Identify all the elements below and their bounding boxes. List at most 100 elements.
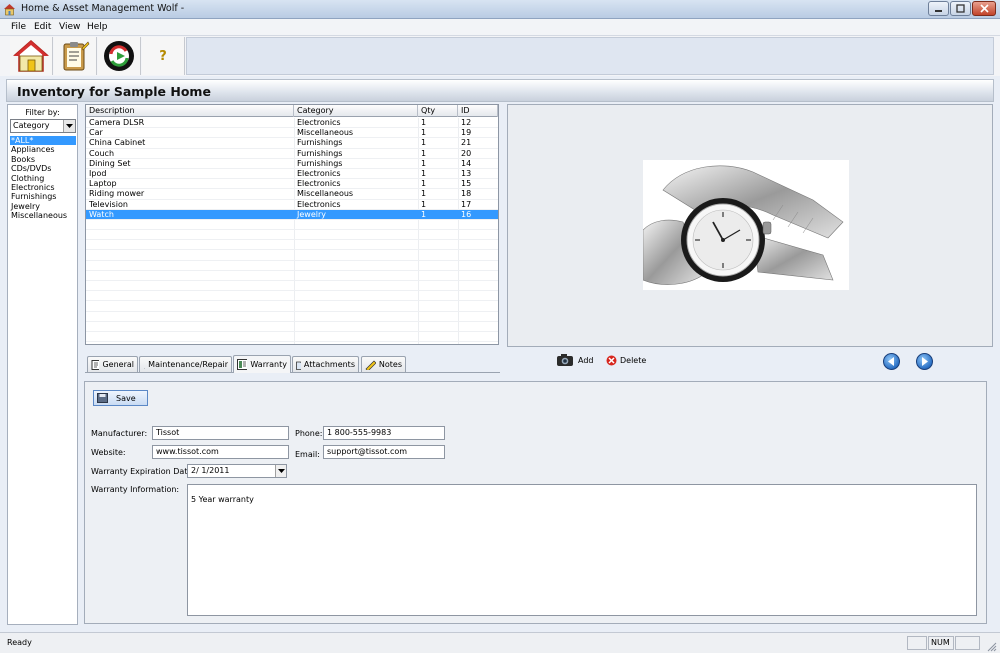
table-row[interactable]: China Cabinet Furnishings 1 21 xyxy=(86,138,498,149)
chevron-down-icon[interactable] xyxy=(63,120,75,132)
refresh-button[interactable] xyxy=(98,37,141,75)
toolbar: ? xyxy=(0,36,1000,76)
watch-photo xyxy=(643,160,849,290)
document-icon xyxy=(91,359,100,370)
resize-grip-icon[interactable] xyxy=(986,641,997,652)
inventory-table[interactable]: Description Category Qty ID Camera DLSR E… xyxy=(85,104,499,345)
table-row[interactable]: Watch Jewelry 1 16 xyxy=(86,209,498,220)
column-header-category[interactable]: Category xyxy=(294,105,418,117)
warranty-expiration-label: Warranty Expiration Date: xyxy=(91,467,196,476)
maximize-button[interactable] xyxy=(950,1,971,16)
tab-warranty[interactable]: Warranty xyxy=(233,355,291,373)
empty-table-row xyxy=(86,281,498,292)
table-row[interactable]: Camera DLSR Electronics 1 12 xyxy=(86,118,498,129)
menu-view[interactable]: View xyxy=(59,22,80,32)
warranty-information-textarea[interactable]: 5 Year warranty xyxy=(187,484,977,616)
empty-table-row xyxy=(86,322,498,332)
menu-edit[interactable]: Edit xyxy=(34,22,51,32)
table-cell-category: Electronics xyxy=(297,118,341,127)
tab-general[interactable]: General xyxy=(87,356,138,372)
next-image-button[interactable] xyxy=(916,353,933,370)
folder-icon xyxy=(296,361,301,370)
table-row[interactable]: Dining Set Furnishings 1 14 xyxy=(86,159,498,169)
maximize-icon xyxy=(956,4,965,13)
empty-table-row xyxy=(86,271,498,281)
filter-dropdown[interactable]: Category xyxy=(10,119,76,133)
filter-list[interactable]: *ALL* Appliances Books CDs/DVDs Clothing Elec… xyxy=(10,136,76,221)
page-title: Inventory for Sample Home xyxy=(17,84,211,99)
warranty-expiration-date[interactable]: 2/ 1/2011 xyxy=(187,464,287,478)
column-header-description[interactable]: Description xyxy=(86,105,294,117)
filter-item[interactable]: Furnishings xyxy=(10,192,76,201)
email-field[interactable]: support@tissot.com xyxy=(323,445,445,459)
table-cell-category: Furnishings xyxy=(297,148,343,158)
filter-item[interactable]: Miscellaneous xyxy=(10,211,76,220)
chevron-down-icon[interactable] xyxy=(275,465,286,477)
filter-selected-value: Category xyxy=(13,121,50,130)
tab-maintenance-label: Maintenance/Repair xyxy=(148,360,228,369)
help-button[interactable]: ? xyxy=(142,37,185,75)
filter-item[interactable]: Clothing xyxy=(10,174,76,183)
menu-file[interactable]: File xyxy=(11,22,26,32)
delete-icon xyxy=(606,355,617,366)
website-field[interactable]: www.tissot.com xyxy=(152,445,289,459)
camera-icon xyxy=(557,354,573,366)
status-num-lock: NUM xyxy=(928,636,954,650)
table-cell-id: 21 xyxy=(461,138,472,148)
column-header-qty[interactable]: Qty xyxy=(418,105,458,117)
table-row[interactable]: Couch Furnishings 1 20 xyxy=(86,149,498,159)
table-cell-description: Couch xyxy=(89,148,115,158)
save-button[interactable]: Save xyxy=(93,390,148,406)
tab-maintenance-repair[interactable]: Maintenance/Repair xyxy=(139,356,232,372)
table-cell-description: Laptop xyxy=(89,179,117,189)
close-button[interactable] xyxy=(972,1,996,16)
table-row[interactable]: Laptop Electronics 1 15 xyxy=(86,179,498,190)
toolbar-empty-area xyxy=(186,37,994,75)
tab-attachments[interactable]: Attachments xyxy=(292,356,359,372)
table-cell-category: Miscellaneous xyxy=(297,128,354,138)
table-cell-id: 14 xyxy=(461,158,472,168)
column-header-id[interactable]: ID xyxy=(458,105,498,117)
table-row[interactable]: Television Electronics 1 17 xyxy=(86,200,498,210)
arrow-left-icon xyxy=(888,357,894,366)
table-cell-category: Electronics xyxy=(297,168,341,178)
table-row[interactable]: Ipod Electronics 1 13 xyxy=(86,168,498,180)
status-text: Ready xyxy=(7,638,32,647)
menu-help[interactable]: Help xyxy=(87,22,108,32)
table-cell-category: Furnishings xyxy=(297,138,343,148)
filter-panel: Filter by: Category *ALL* Appliances Books… xyxy=(7,104,78,625)
table-header: Description Category Qty ID xyxy=(86,105,498,117)
warranty-information-label: Warranty Information: xyxy=(91,485,180,494)
tab-notes[interactable]: Notes xyxy=(361,356,406,372)
filter-item[interactable]: CDs/DVDs xyxy=(10,164,76,173)
phone-field[interactable]: 1 800-555-9983 xyxy=(323,426,445,440)
previous-image-button[interactable] xyxy=(883,353,900,370)
filter-item[interactable]: *ALL* xyxy=(10,136,76,146)
status-pane-empty xyxy=(907,636,927,650)
table-cell-qty: 1 xyxy=(421,128,427,138)
table-cell-id: 13 xyxy=(461,168,472,178)
manufacturer-field[interactable]: Tissot xyxy=(152,426,289,440)
table-cell-qty: 1 xyxy=(421,199,427,209)
tab-strip-line xyxy=(85,372,500,373)
filter-item[interactable]: Electronics xyxy=(10,183,76,192)
home-button[interactable] xyxy=(10,37,53,75)
filter-item[interactable]: Appliances xyxy=(10,145,76,154)
empty-table-row xyxy=(86,220,498,231)
tab-general-label: General xyxy=(102,360,134,369)
inventory-button[interactable] xyxy=(54,37,97,75)
title-bar[interactable]: Home & Asset Management Wolf - xyxy=(0,0,1000,19)
table-row[interactable]: Car Miscellaneous 1 19 xyxy=(86,128,498,139)
save-label: Save xyxy=(116,393,136,403)
filter-item[interactable]: Jewelry xyxy=(10,202,76,211)
house-icon xyxy=(13,40,49,72)
add-image-button[interactable]: Add xyxy=(556,353,594,367)
minimize-button[interactable] xyxy=(928,1,949,16)
delete-image-button[interactable]: Delete xyxy=(606,355,646,366)
add-image-label: Add xyxy=(578,355,594,365)
table-row[interactable]: Riding mower Miscellaneous 1 18 xyxy=(86,189,498,200)
empty-table-row xyxy=(86,261,498,271)
table-cell-qty: 1 xyxy=(421,168,427,178)
filter-item[interactable]: Books xyxy=(10,155,76,164)
table-cell-category: Electronics xyxy=(297,199,341,209)
